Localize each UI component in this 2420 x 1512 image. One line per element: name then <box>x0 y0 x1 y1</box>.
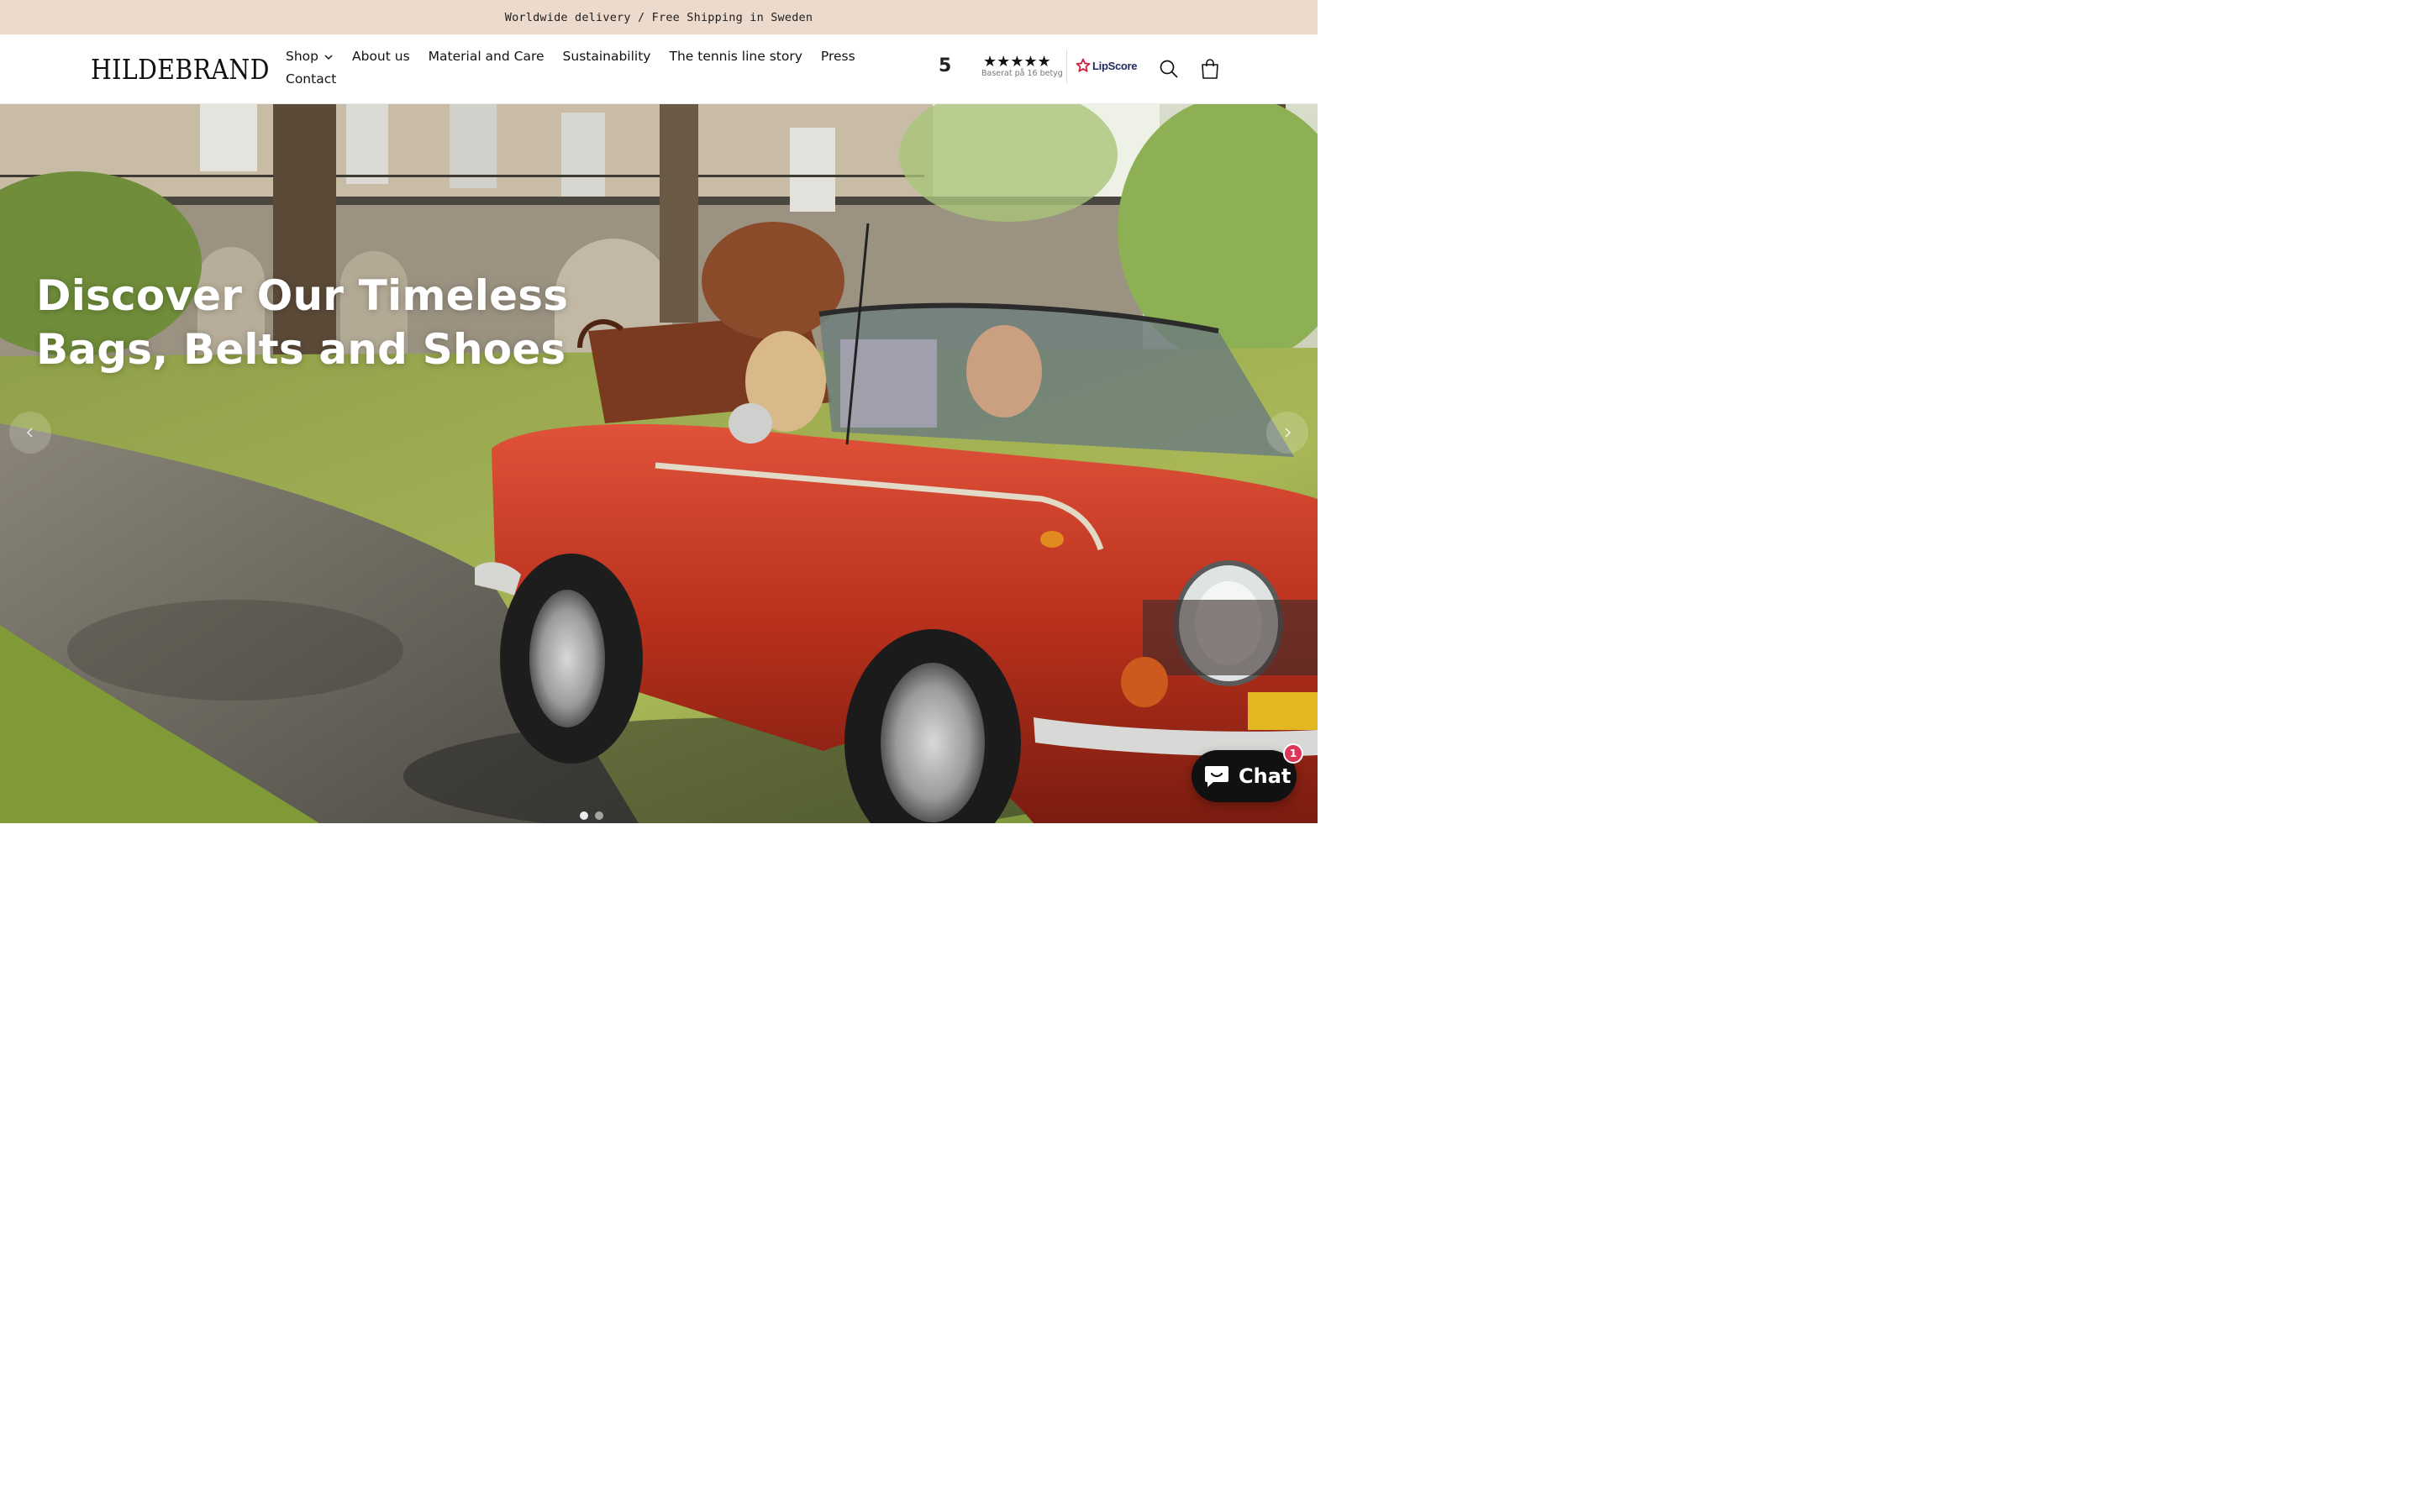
hero-image-vintage-red-car <box>0 104 1318 823</box>
cart-icon <box>1202 59 1218 79</box>
lipscore-star-icon <box>1076 58 1091 72</box>
search-icon <box>1160 60 1178 78</box>
announcement-text: Worldwide delivery / Free Shipping in Sw… <box>504 10 813 24</box>
chevron-left-icon <box>26 428 33 438</box>
hero-heading: Discover Our Timeless Bags, Belts and Sh… <box>36 269 624 376</box>
nav-item-label: Shop <box>286 49 318 64</box>
nav-item-label: Material and Care <box>428 49 544 64</box>
slide-dot-1[interactable] <box>580 811 588 820</box>
slide-previous-button[interactable] <box>9 412 51 454</box>
nav-item-label: The tennis line story <box>669 49 802 64</box>
rating-score: 5 <box>939 55 952 76</box>
nav-item-label: Contact <box>286 71 337 87</box>
chevron-down-icon <box>324 54 333 60</box>
store-logo[interactable]: HILDEBRAND <box>91 53 270 86</box>
nav-item-label: Sustainability <box>562 49 651 64</box>
main-navigation: Shop About us Material and Care Sustaina… <box>286 48 891 88</box>
nav-item-sustainability[interactable]: Sustainability <box>563 48 651 66</box>
announcement-bar: Worldwide delivery / Free Shipping in Sw… <box>0 0 1318 34</box>
lipscore-brand: LipScore <box>1092 59 1138 72</box>
nav-item-press[interactable]: Press <box>821 48 855 66</box>
nav-item-contact[interactable]: Contact <box>286 71 336 88</box>
slide-dot-2[interactable] <box>595 811 603 820</box>
chat-button[interactable]: Chat <box>1192 750 1297 802</box>
lipscore-logo: LipScore <box>1076 58 1138 73</box>
nav-item-shop[interactable]: Shop <box>286 48 334 66</box>
hero-heading-line-2: Bags, Belts and Shoes <box>36 325 566 374</box>
hero-slideshow: Discover Our Timeless Bags, Belts and Sh… <box>0 104 1318 823</box>
hero-heading-line-1: Discover Our Timeless <box>36 271 569 320</box>
chevron-right-icon <box>1285 428 1292 438</box>
nav-item-tennis-line[interactable]: The tennis line story <box>669 48 802 66</box>
cart-button[interactable] <box>1197 56 1223 81</box>
rating-count-text: Baserat på 16 betyg <box>981 69 1063 78</box>
nav-item-label: Press <box>820 49 855 64</box>
rating-stars: ★★★★★ <box>983 53 1051 71</box>
chat-unread-badge: 1 <box>1283 743 1303 764</box>
slide-next-button[interactable] <box>1266 412 1308 454</box>
nav-item-material-care[interactable]: Material and Care <box>429 48 544 66</box>
chat-bubble-icon <box>1205 766 1228 787</box>
chat-label: Chat <box>1239 764 1292 788</box>
search-button[interactable] <box>1156 56 1181 81</box>
site-header: HILDEBRAND Shop About us Material and Ca… <box>0 34 1318 104</box>
slide-indicators <box>580 811 603 820</box>
rating-divider <box>1066 50 1067 83</box>
lipscore-rating-widget[interactable]: 5 ★★★★★ Baserat på 16 betyg LipScore <box>939 50 1138 88</box>
nav-item-label: About us <box>352 49 410 64</box>
nav-item-about[interactable]: About us <box>352 48 410 66</box>
